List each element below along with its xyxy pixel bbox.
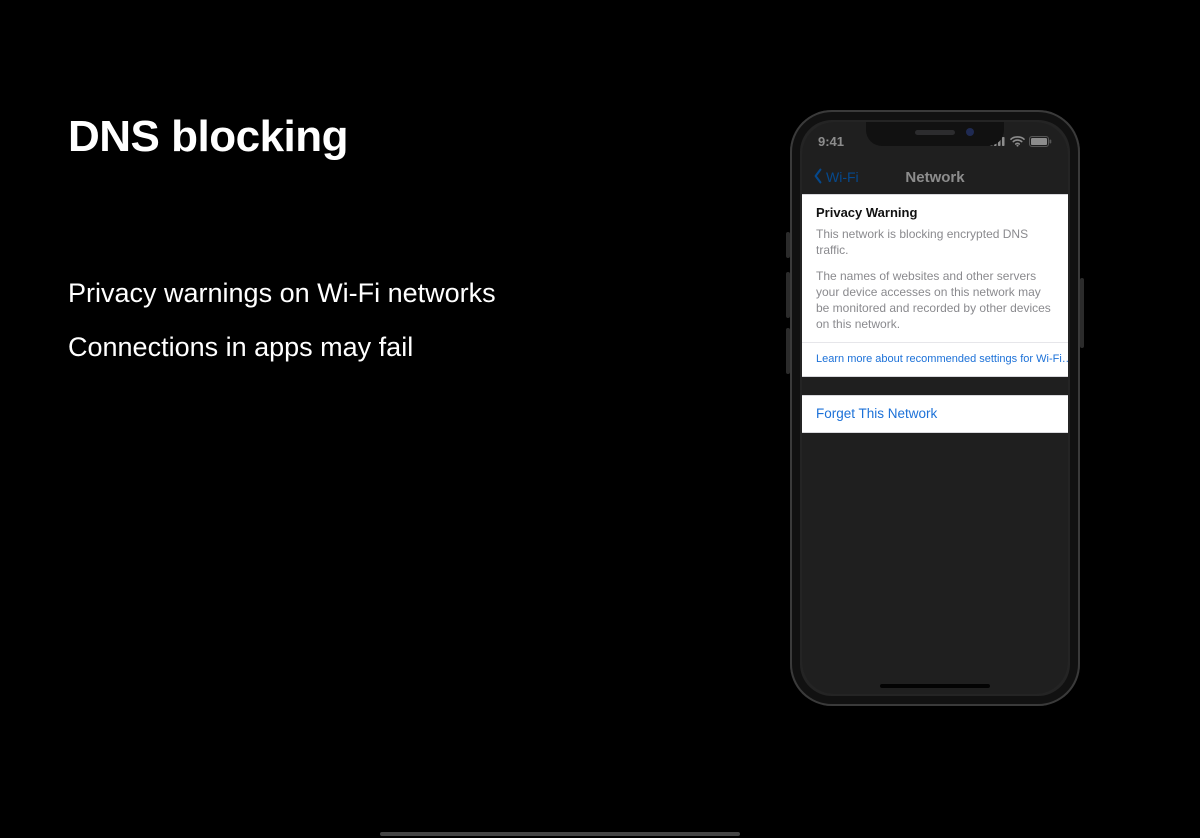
nav-title: Network [905, 169, 964, 186]
slide-bullet: Connections in apps may fail [68, 332, 413, 363]
home-indicator[interactable] [880, 684, 990, 688]
settings-content: Privacy Warning This network is blocking… [802, 194, 1068, 433]
forget-network-button[interactable]: Forget This Network [802, 396, 1068, 432]
volume-up-button [786, 272, 790, 318]
learn-more-link[interactable]: Learn more about recommended settings fo… [802, 342, 1068, 376]
battery-icon [1029, 136, 1052, 147]
privacy-warning-heading: Privacy Warning [816, 204, 1054, 222]
privacy-warning-subheading: This network is blocking encrypted DNS t… [816, 226, 1054, 258]
privacy-warning-group: Privacy Warning This network is blocking… [802, 194, 1068, 377]
iphone-mockup: 9:41 Wi- [790, 110, 1080, 706]
mute-switch [786, 232, 790, 258]
slide: DNS blocking Privacy warnings on Wi-Fi n… [0, 0, 1200, 838]
forget-network-group: Forget This Network [802, 395, 1068, 433]
notch [866, 122, 1004, 146]
chevron-left-icon [812, 168, 824, 187]
volume-down-button [786, 328, 790, 374]
status-time: 9:41 [818, 134, 844, 149]
iphone-screen: 9:41 Wi- [802, 122, 1068, 694]
slide-bullet: Privacy warnings on Wi-Fi networks [68, 278, 496, 309]
back-label: Wi-Fi [826, 169, 859, 185]
wifi-icon [1010, 136, 1025, 147]
side-button [1080, 278, 1084, 348]
window-scrubber[interactable] [380, 832, 740, 836]
privacy-warning-cell: Privacy Warning This network is blocking… [802, 195, 1068, 342]
slide-title: DNS blocking [68, 112, 348, 162]
back-button[interactable]: Wi-Fi [812, 168, 859, 187]
navigation-bar: Wi-Fi Network [802, 160, 1068, 194]
privacy-warning-body: The names of websites and other servers … [816, 268, 1054, 333]
